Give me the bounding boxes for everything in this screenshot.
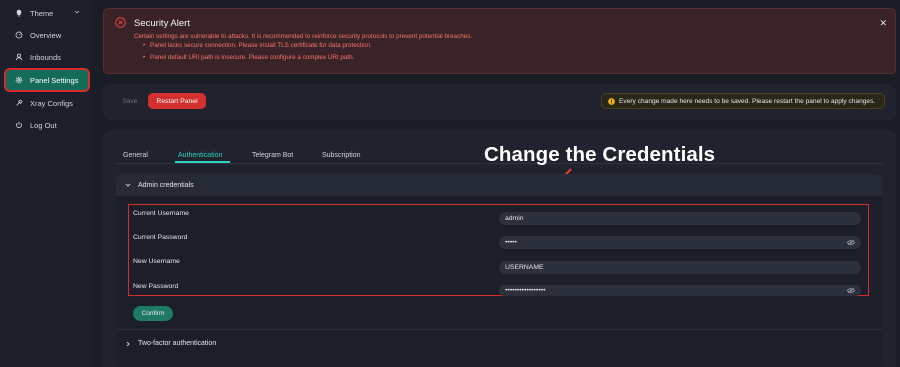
sidebar-item-label: Overview (30, 30, 62, 40)
annotation-headline: Change the Credentials (484, 143, 716, 166)
field-value: admin (505, 215, 524, 222)
save-button[interactable]: Save (116, 94, 144, 109)
eye-icon[interactable] (847, 239, 855, 246)
new-password-label: New Password (133, 283, 179, 290)
sidebar-item-label: Panel Settings (30, 75, 79, 85)
field-value: USERNAME (505, 264, 544, 271)
eye-icon[interactable] (847, 287, 855, 294)
field-value: ••••••••••••••••• (505, 287, 546, 294)
tool-icon (14, 98, 24, 108)
tab-telegram-bot[interactable]: Telegram Bot (252, 152, 293, 159)
active-tab-indicator (175, 161, 230, 163)
new-username-label: New Username (133, 258, 180, 265)
admin-credentials-section: Admin credentials Current Username admin… (116, 174, 882, 367)
chevron-right-icon (126, 341, 130, 346)
new-password-field[interactable]: ••••••••••••••••• (499, 285, 861, 296)
current-username-field[interactable]: admin (499, 212, 861, 225)
current-username-label: Current Username (133, 210, 189, 217)
sidebar-item-overview[interactable]: Overview (6, 25, 88, 45)
dashboard-icon (14, 30, 24, 40)
sidebar-item-label: Inbounds (30, 52, 61, 62)
section-title: Admin credentials (138, 181, 194, 189)
admin-credentials-header[interactable]: Admin credentials (116, 174, 882, 196)
error-circle-icon (115, 17, 126, 28)
sidebar-item-label: Xray Configs (30, 98, 73, 108)
alert-title: Security Alert (134, 18, 190, 29)
tab-general[interactable]: General (123, 152, 148, 159)
current-password-label: Current Password (133, 234, 188, 241)
alert-list: Panel lacks secure connection. Please in… (143, 42, 372, 66)
save-notice: Every change made here needs to be saved… (601, 93, 885, 109)
gear-icon (14, 75, 24, 85)
restart-panel-button[interactable]: Restart Panel (148, 93, 206, 109)
tab-authentication[interactable]: Authentication (178, 152, 222, 159)
action-bar: Save Restart Panel Every change made her… (103, 84, 896, 120)
sidebar-item-label: Log Out (30, 120, 57, 130)
chevron-down-icon (125, 183, 131, 187)
tab-subscription[interactable]: Subscription (322, 152, 361, 159)
warning-icon (608, 97, 615, 105)
new-username-field[interactable]: USERNAME (499, 261, 861, 274)
bulb-icon (14, 8, 24, 18)
settings-card: General Authentication Telegram Bot Subs… (103, 130, 896, 367)
sidebar-item-inbounds[interactable]: Inbounds (6, 47, 88, 67)
security-alert: Security Alert ✕ Certain settings are vu… (103, 8, 896, 74)
alert-list-item: Panel default URI path is insecure. Plea… (143, 54, 372, 66)
alert-list-item: Panel lacks secure connection. Please in… (143, 42, 372, 54)
save-notice-text: Every change made here needs to be saved… (619, 97, 876, 105)
sidebar-item-theme[interactable]: Theme (6, 3, 88, 23)
current-password-field[interactable]: ••••• (499, 236, 861, 249)
logout-icon (14, 120, 24, 130)
sidebar-item-panel-settings[interactable]: Panel Settings (4, 68, 90, 92)
section-divider (116, 329, 882, 330)
sidebar-item-xray-configs[interactable]: Xray Configs (6, 93, 88, 113)
sidebar: Theme Overview Inbounds Panel Settings X… (0, 0, 92, 367)
chevron-down-icon (74, 10, 80, 14)
sidebar-item-log-out[interactable]: Log Out (6, 115, 88, 135)
section-title: Two-factor authentication (138, 340, 217, 347)
alert-message: Certain settings are vulnerable to attac… (134, 33, 473, 40)
two-factor-section-header[interactable]: Two-factor authentication (125, 340, 216, 347)
user-icon (14, 52, 24, 62)
close-icon[interactable]: ✕ (879, 18, 887, 29)
confirm-button[interactable]: Confirm (133, 306, 173, 321)
credentials-highlight: Current Username admin Current Password … (128, 204, 869, 296)
field-value: ••••• (505, 239, 517, 246)
sidebar-item-label: Theme (30, 8, 54, 18)
